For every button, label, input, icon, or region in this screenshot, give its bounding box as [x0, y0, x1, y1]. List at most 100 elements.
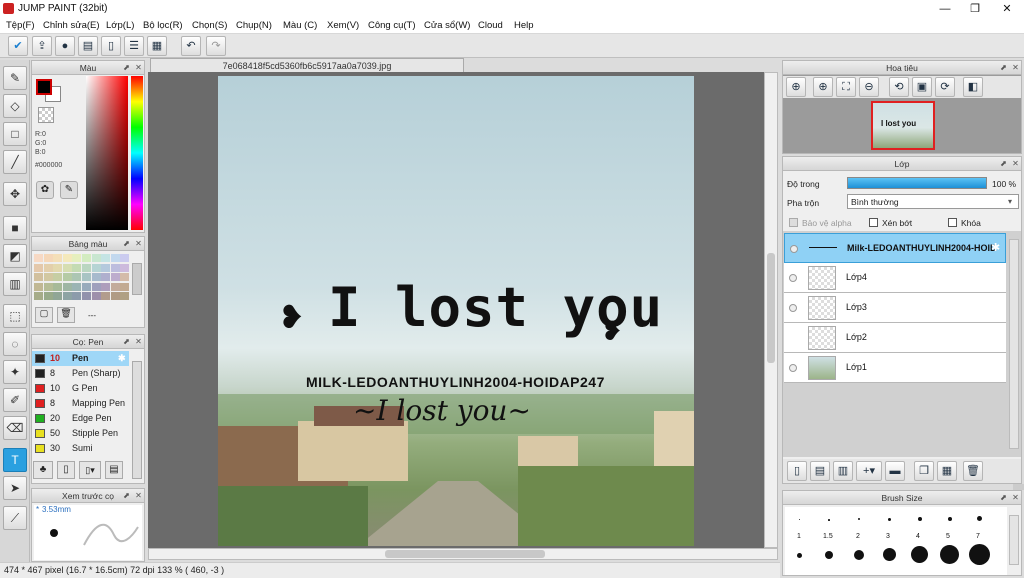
page-icon[interactable]: ▯: [101, 36, 121, 56]
size-dot[interactable]: [888, 518, 891, 521]
pen-tool-icon[interactable]: ✎: [3, 66, 27, 90]
gradient-tool-icon[interactable]: ▥: [3, 272, 27, 296]
maximize-button[interactable]: ❐: [960, 0, 990, 18]
fill-rect-icon[interactable]: ■: [3, 216, 27, 240]
operation-tool-icon[interactable]: ➤: [3, 476, 27, 500]
color-swatch[interactable]: [101, 273, 111, 282]
undo-icon[interactable]: ↶: [181, 36, 201, 56]
color-swatch[interactable]: [53, 292, 63, 301]
size-dot[interactable]: [799, 519, 800, 520]
brush-menu-icon[interactable]: ▯▾: [79, 461, 101, 479]
select-pen-icon[interactable]: ✐: [3, 388, 27, 412]
fit-window-icon[interactable]: ⛶: [836, 77, 856, 97]
color-swatch[interactable]: [91, 282, 101, 291]
color-swatch[interactable]: [72, 254, 82, 262]
document-tab[interactable]: 7e068418f5cd5360fb6c5917aa0a7039.jpg: [150, 58, 464, 73]
size-dot[interactable]: [828, 519, 830, 521]
panel-close-icon[interactable]: ✕: [1011, 63, 1020, 72]
color-swatch[interactable]: [120, 263, 130, 272]
menu-view[interactable]: Xem(V): [327, 20, 359, 31]
vertical-scrollbar[interactable]: [764, 72, 778, 548]
color-swatch[interactable]: [82, 292, 91, 301]
visibility-eye-icon[interactable]: [789, 364, 797, 372]
menu-file[interactable]: Tệp(F): [6, 20, 35, 31]
color-picker-icon[interactable]: ✎: [60, 181, 78, 199]
swatch-grid[interactable]: [34, 254, 130, 302]
layer-row-1[interactable]: Lớp1: [784, 353, 1006, 383]
layer-row-milk[interactable]: Milk-LEDOANTHUYLINH2004-HOIDAP247 ✱: [784, 233, 1006, 263]
add-layer-menu-icon[interactable]: +▾: [856, 461, 882, 481]
new-text-layer-icon[interactable]: ▥: [833, 461, 853, 481]
color-swatch[interactable]: [110, 273, 120, 282]
panel-float-icon[interactable]: ⬈: [122, 337, 131, 346]
size-dot[interactable]: [797, 553, 802, 558]
color-swatch[interactable]: [120, 292, 130, 301]
color-swatch[interactable]: [34, 254, 43, 262]
palette-icon[interactable]: ✿: [36, 181, 54, 199]
color-swatch[interactable]: [110, 254, 120, 262]
color-swatch[interactable]: [34, 273, 43, 282]
color-swatch[interactable]: [72, 273, 82, 282]
swatch-scrollbar[interactable]: [132, 263, 142, 295]
layer-row-4[interactable]: Lớp4: [784, 263, 1006, 293]
horizontal-scroll-thumb[interactable]: [385, 550, 545, 558]
panel-close-icon[interactable]: ✕: [134, 239, 143, 248]
color-swatch[interactable]: [53, 282, 63, 291]
comment-icon[interactable]: ▤: [78, 36, 98, 56]
grid-check-icon[interactable]: ▦: [147, 36, 167, 56]
panel-float-icon[interactable]: ⬈: [999, 159, 1008, 168]
zoom-in-icon[interactable]: ⊕: [813, 77, 833, 97]
brush-item-pen-sharp[interactable]: 8 Pen (Sharp): [32, 366, 130, 381]
line-tool-icon[interactable]: ╱: [3, 150, 27, 174]
color-swatch[interactable]: [53, 254, 63, 262]
visibility-eye-icon[interactable]: [789, 274, 797, 282]
color-swatch[interactable]: [110, 292, 120, 301]
blend-mode-select[interactable]: Bình thường ▾: [847, 194, 1019, 209]
brush-tree-icon[interactable]: ♣: [33, 461, 53, 479]
lasso-tool-icon[interactable]: ◌: [3, 332, 27, 356]
size-dot[interactable]: [883, 548, 896, 561]
color-swatch[interactable]: [34, 282, 43, 291]
brush-item-pen[interactable]: 10 Pen ✱: [32, 351, 129, 366]
trash-icon[interactable]: 🗑: [57, 307, 75, 323]
select-rect-icon[interactable]: ⬚: [3, 304, 27, 328]
panel-float-icon[interactable]: ⬈: [122, 239, 131, 248]
magic-wand-icon[interactable]: ✦: [3, 360, 27, 384]
color-swatch[interactable]: [101, 263, 111, 272]
layer-row-2[interactable]: Lớp2: [784, 323, 1006, 353]
size-dot[interactable]: [918, 517, 922, 521]
color-swatch[interactable]: [72, 292, 82, 301]
color-swatch[interactable]: [53, 273, 63, 282]
menu-capture[interactable]: Chụp(N): [236, 20, 272, 31]
color-swatch[interactable]: [82, 254, 91, 262]
add-swatch-icon[interactable]: ▢: [35, 307, 53, 323]
move-tool-icon[interactable]: ✥: [3, 182, 27, 206]
menu-color[interactable]: Màu (C): [283, 20, 317, 31]
duplicate-layer-icon[interactable]: ❐: [914, 461, 934, 481]
size-dot[interactable]: [911, 546, 928, 563]
foreground-color-swatch[interactable]: [36, 79, 52, 95]
color-swatch[interactable]: [82, 273, 91, 282]
color-swatch[interactable]: [43, 263, 53, 272]
brush-edit-icon[interactable]: ▤: [105, 461, 123, 479]
merge-layer-icon[interactable]: ▦: [937, 461, 957, 481]
color-swatch[interactable]: [110, 263, 120, 272]
size-dot[interactable]: [854, 550, 864, 560]
zoom-out-icon[interactable]: ⊖: [859, 77, 879, 97]
protect-alpha-checkbox[interactable]: [789, 218, 798, 227]
menu-layer[interactable]: Lớp(L): [106, 20, 134, 31]
flip-icon[interactable]: ◧: [963, 77, 983, 97]
color-swatch[interactable]: [91, 263, 101, 272]
new-brush-icon[interactable]: ▯: [57, 461, 75, 479]
color-swatch[interactable]: [43, 273, 53, 282]
folder-icon[interactable]: ▬: [885, 461, 905, 481]
navigator-thumbnail[interactable]: I lost you: [871, 101, 935, 150]
panel-float-icon[interactable]: ⬈: [999, 63, 1008, 72]
color-swatch[interactable]: [91, 254, 101, 262]
brush-item-sumi[interactable]: 30 Sumi: [32, 441, 130, 456]
visibility-eye-icon[interactable]: [789, 304, 797, 312]
panel-float-icon[interactable]: ⬈: [999, 493, 1008, 502]
new-raster-layer-icon[interactable]: ▤: [810, 461, 830, 481]
color-swatch[interactable]: [91, 273, 101, 282]
color-swatch[interactable]: [62, 273, 72, 282]
